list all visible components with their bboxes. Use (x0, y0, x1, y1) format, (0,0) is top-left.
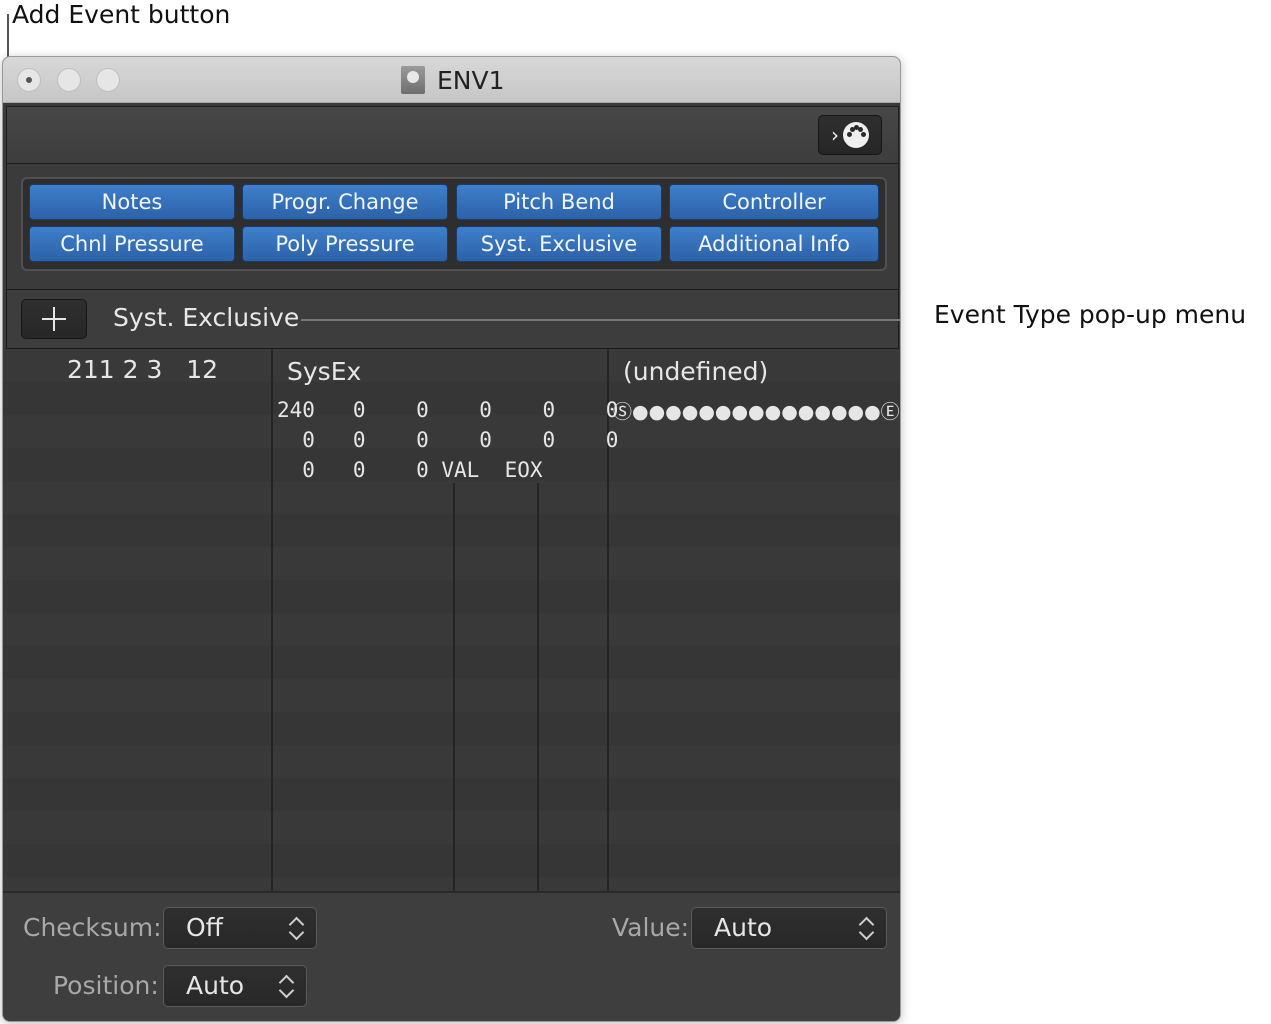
sysex-options-panel: Checksum: Off Position: Auto Value: Auto (3, 891, 900, 1021)
column-divider (537, 483, 539, 891)
filter-additional-info-button[interactable]: Additional Info (669, 226, 879, 262)
column-divider (271, 349, 273, 891)
position-label: Position: (53, 971, 159, 1000)
toolbar: › (6, 106, 899, 164)
plus-icon (42, 307, 66, 331)
sysex-length-graphic: Ⓢ●●●●●●●●●●●●●●●Ⓔ (613, 401, 900, 423)
filter-controller-button[interactable]: Controller (669, 184, 879, 220)
up-down-arrows-icon (288, 916, 304, 940)
sysex-data[interactable]: 240 0 0 0 0 0 (277, 395, 618, 425)
window-title-group: ENV1 (401, 63, 505, 97)
position-popup[interactable]: Auto (163, 965, 307, 1007)
up-down-arrows-icon (278, 974, 294, 998)
callout-event-type: Event Type pop-up menu (934, 300, 1247, 329)
midi-plug-icon (843, 122, 869, 148)
project-document-icon (401, 66, 425, 94)
event-type-popup[interactable]: Syst. Exclusive (113, 303, 299, 332)
chevron-right-icon: › (831, 123, 839, 147)
filter-program-change-button[interactable]: Progr. Change (242, 184, 448, 220)
add-event-button[interactable] (21, 299, 87, 339)
title-bar: ENV1 (3, 57, 900, 103)
callout-add-event: Add Event button (12, 0, 231, 29)
sysex-data[interactable]: 0 0 0 0 0 0 (277, 425, 618, 455)
event-filter-panel: Notes Progr. Change Pitch Bend Controlle… (6, 164, 899, 289)
event-type-bar: Syst. Exclusive (6, 289, 900, 349)
midi-out-button[interactable]: › (818, 115, 882, 155)
event-list[interactable]: 211 2 3 12 SysEx 240 0 0 0 0 0 0 0 0 0 0… (3, 349, 900, 891)
filter-pitch-bend-button[interactable]: Pitch Bend (456, 184, 662, 220)
up-down-arrows-icon (858, 916, 874, 940)
event-position[interactable]: 211 2 3 12 (67, 355, 218, 384)
window-title: ENV1 (437, 65, 505, 95)
event-list-window: ENV1 › Notes Progr. Change Pitch Bend Co… (2, 56, 901, 1022)
filter-notes-button[interactable]: Notes (29, 184, 235, 220)
value-popup[interactable]: Auto (691, 907, 887, 949)
callout-line-event-type (301, 319, 900, 321)
checksum-value: Off (186, 913, 223, 942)
value-label: Value: (612, 913, 690, 942)
filter-system-exclusive-button[interactable]: Syst. Exclusive (456, 226, 662, 262)
checksum-popup[interactable]: Off (163, 907, 317, 949)
checksum-label: Checksum: (23, 913, 162, 942)
event-status[interactable]: SysEx (287, 357, 361, 386)
filter-button-group: Notes Progr. Change Pitch Bend Controlle… (21, 177, 887, 271)
filter-channel-pressure-button[interactable]: Chnl Pressure (29, 226, 235, 262)
minimize-window-button[interactable] (57, 68, 81, 92)
value-value: Auto (714, 913, 773, 942)
close-window-button[interactable] (17, 68, 41, 92)
sysex-data[interactable]: 0 0 0 VAL EOX (277, 455, 542, 485)
filter-poly-pressure-button[interactable]: Poly Pressure (242, 226, 448, 262)
event-info[interactable]: (undefined) (623, 357, 768, 386)
position-value: Auto (186, 971, 245, 1000)
zoom-window-button[interactable] (96, 68, 120, 92)
column-divider (453, 483, 455, 891)
